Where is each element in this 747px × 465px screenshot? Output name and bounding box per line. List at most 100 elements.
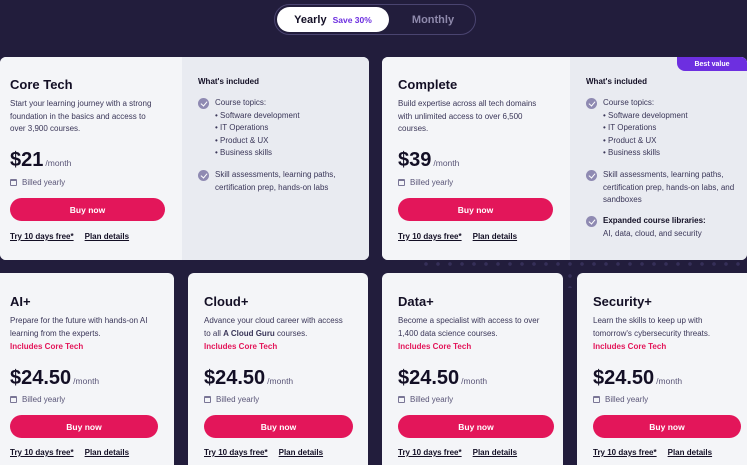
calendar-icon bbox=[10, 179, 17, 186]
topic-item: Software development bbox=[603, 110, 688, 123]
check-icon bbox=[198, 170, 209, 181]
plan-links: Try 10 days free* Plan details bbox=[204, 448, 323, 457]
monthly-option[interactable]: Monthly bbox=[391, 7, 475, 32]
plan-description: Prepare for the future with hands-on AI … bbox=[10, 315, 147, 340]
topic-item: Product & UX bbox=[603, 135, 688, 148]
billing-note: Billed yearly bbox=[398, 178, 453, 187]
billing-note: Billed yearly bbox=[10, 178, 65, 187]
price-period: /month bbox=[461, 376, 488, 386]
plan-title: Complete bbox=[398, 77, 458, 92]
plan-title: Core Tech bbox=[10, 77, 73, 92]
check-icon bbox=[586, 170, 597, 181]
plan-description: Learn the skills to keep up with tomorro… bbox=[593, 315, 710, 340]
free-trial-link[interactable]: Try 10 days free* bbox=[593, 448, 657, 457]
plan-details-link[interactable]: Plan details bbox=[85, 448, 129, 457]
billing-text: Billed yearly bbox=[605, 395, 649, 404]
price: $39 /month bbox=[398, 149, 459, 172]
desc-line: Become a specialist with access to over bbox=[398, 316, 540, 325]
free-trial-link[interactable]: Try 10 days free* bbox=[204, 448, 268, 457]
plan-description: Start your learning journey with a stron… bbox=[10, 98, 151, 136]
calendar-icon bbox=[593, 396, 600, 403]
plan-title: AI+ bbox=[10, 294, 31, 309]
plan-summary: Complete Build expertise across all tech… bbox=[382, 57, 570, 260]
billing-note: Billed yearly bbox=[10, 395, 65, 404]
includes-core-tech: Includes Core Tech bbox=[10, 342, 84, 351]
plan-details-link[interactable]: Plan details bbox=[279, 448, 323, 457]
desc-text: courses. bbox=[274, 328, 308, 338]
desc-line: foundation in the basics and access to bbox=[10, 111, 146, 121]
buy-now-button[interactable]: Buy now bbox=[204, 415, 353, 438]
price-amount: $24.50 bbox=[398, 367, 460, 389]
check-icon bbox=[586, 216, 597, 227]
feature-line: certification prep, hands-on labs bbox=[215, 182, 329, 192]
desc-line: Prepare for the future with hands-on AI bbox=[10, 316, 148, 325]
buy-now-button[interactable]: Buy now bbox=[10, 415, 158, 438]
price: $24.50 /month bbox=[204, 367, 293, 390]
price-amount: $24.50 bbox=[204, 367, 266, 389]
plan-description: Become a specialist with access to over … bbox=[398, 315, 539, 340]
plan-summary: Core Tech Start your learning journey wi… bbox=[0, 57, 182, 260]
plan-description: Advance your cloud career with access to… bbox=[204, 315, 343, 340]
plan-details-link[interactable]: Plan details bbox=[85, 232, 129, 241]
plan-title: Cloud+ bbox=[204, 294, 249, 309]
feature-course-topics: Course topics: Software development IT O… bbox=[586, 97, 688, 160]
free-trial-link[interactable]: Try 10 days free* bbox=[10, 232, 74, 241]
price-amount: $24.50 bbox=[593, 367, 655, 389]
feature-line: Skill assessments, learning paths, bbox=[215, 170, 336, 179]
free-trial-link[interactable]: Try 10 days free* bbox=[10, 448, 74, 457]
whats-included-panel: What's included Course topics: Software … bbox=[570, 57, 747, 260]
check-icon bbox=[586, 98, 597, 109]
whats-included-heading: What's included bbox=[198, 77, 260, 86]
price-period: /month bbox=[45, 158, 72, 168]
free-trial-link[interactable]: Try 10 days free* bbox=[398, 232, 462, 241]
plan-details-link[interactable]: Plan details bbox=[473, 232, 517, 241]
plan-links: Try 10 days free* Plan details bbox=[398, 232, 517, 241]
plan-card-complete: Complete Build expertise across all tech… bbox=[382, 57, 747, 260]
billing-note: Billed yearly bbox=[398, 395, 453, 404]
plan-details-link[interactable]: Plan details bbox=[668, 448, 712, 457]
buy-now-button[interactable]: Buy now bbox=[10, 198, 165, 221]
feature-label: Course topics: bbox=[603, 98, 655, 107]
price-period: /month bbox=[73, 376, 100, 386]
plan-links: Try 10 days free* Plan details bbox=[10, 232, 129, 241]
topic-item: IT Operations bbox=[603, 122, 688, 135]
desc-line: to all A Cloud Guru courses. bbox=[204, 328, 343, 341]
billing-text: Billed yearly bbox=[22, 178, 66, 187]
save-badge: Save 30% bbox=[332, 14, 372, 25]
plan-card-security: Security+ Learn the skills to keep up wi… bbox=[577, 273, 747, 465]
price: $24.50 /month bbox=[593, 367, 682, 390]
plan-description: Build expertise across all tech domains … bbox=[398, 98, 536, 136]
price-period: /month bbox=[267, 376, 294, 386]
free-trial-link[interactable]: Try 10 days free* bbox=[398, 448, 462, 457]
topic-item: Business skills bbox=[603, 147, 688, 160]
billing-text: Billed yearly bbox=[410, 395, 454, 404]
includes-core-tech: Includes Core Tech bbox=[204, 342, 278, 351]
plan-links: Try 10 days free* Plan details bbox=[398, 448, 517, 457]
whats-included-panel: What's included Course topics: Software … bbox=[182, 57, 369, 260]
yearly-label: Yearly bbox=[294, 13, 327, 26]
price-amount: $39 bbox=[398, 149, 432, 171]
buy-now-button[interactable]: Buy now bbox=[398, 415, 554, 438]
plan-card-core-tech: Core Tech Start your learning journey wi… bbox=[0, 57, 369, 260]
calendar-icon bbox=[10, 396, 17, 403]
desc-line: with unlimited access to over 6,500 bbox=[398, 111, 523, 121]
plan-title: Data+ bbox=[398, 294, 434, 309]
billing-text: Billed yearly bbox=[22, 395, 66, 404]
billing-note: Billed yearly bbox=[204, 395, 259, 404]
calendar-icon bbox=[398, 179, 405, 186]
buy-now-button[interactable]: Buy now bbox=[398, 198, 553, 221]
plan-details-link[interactable]: Plan details bbox=[473, 448, 517, 457]
buy-now-button[interactable]: Buy now bbox=[593, 415, 741, 438]
plan-links: Try 10 days free* Plan details bbox=[10, 448, 129, 457]
price-amount: $24.50 bbox=[10, 367, 72, 389]
desc-line: Build expertise across all tech domains bbox=[398, 99, 537, 108]
yearly-option[interactable]: Yearly Save 30% bbox=[277, 7, 389, 32]
feature-line: certification prep, hands-on labs, and bbox=[603, 182, 735, 192]
price: $24.50 /month bbox=[398, 367, 487, 390]
desc-line: 1,400 data science courses. bbox=[398, 328, 498, 338]
desc-line: Advance your cloud career with access bbox=[204, 316, 343, 325]
desc-line: learning from the experts. bbox=[10, 328, 101, 338]
feature-line: AI, data, cloud, and security bbox=[603, 228, 702, 238]
includes-core-tech: Includes Core Tech bbox=[398, 342, 472, 351]
price: $24.50 /month bbox=[10, 367, 99, 390]
